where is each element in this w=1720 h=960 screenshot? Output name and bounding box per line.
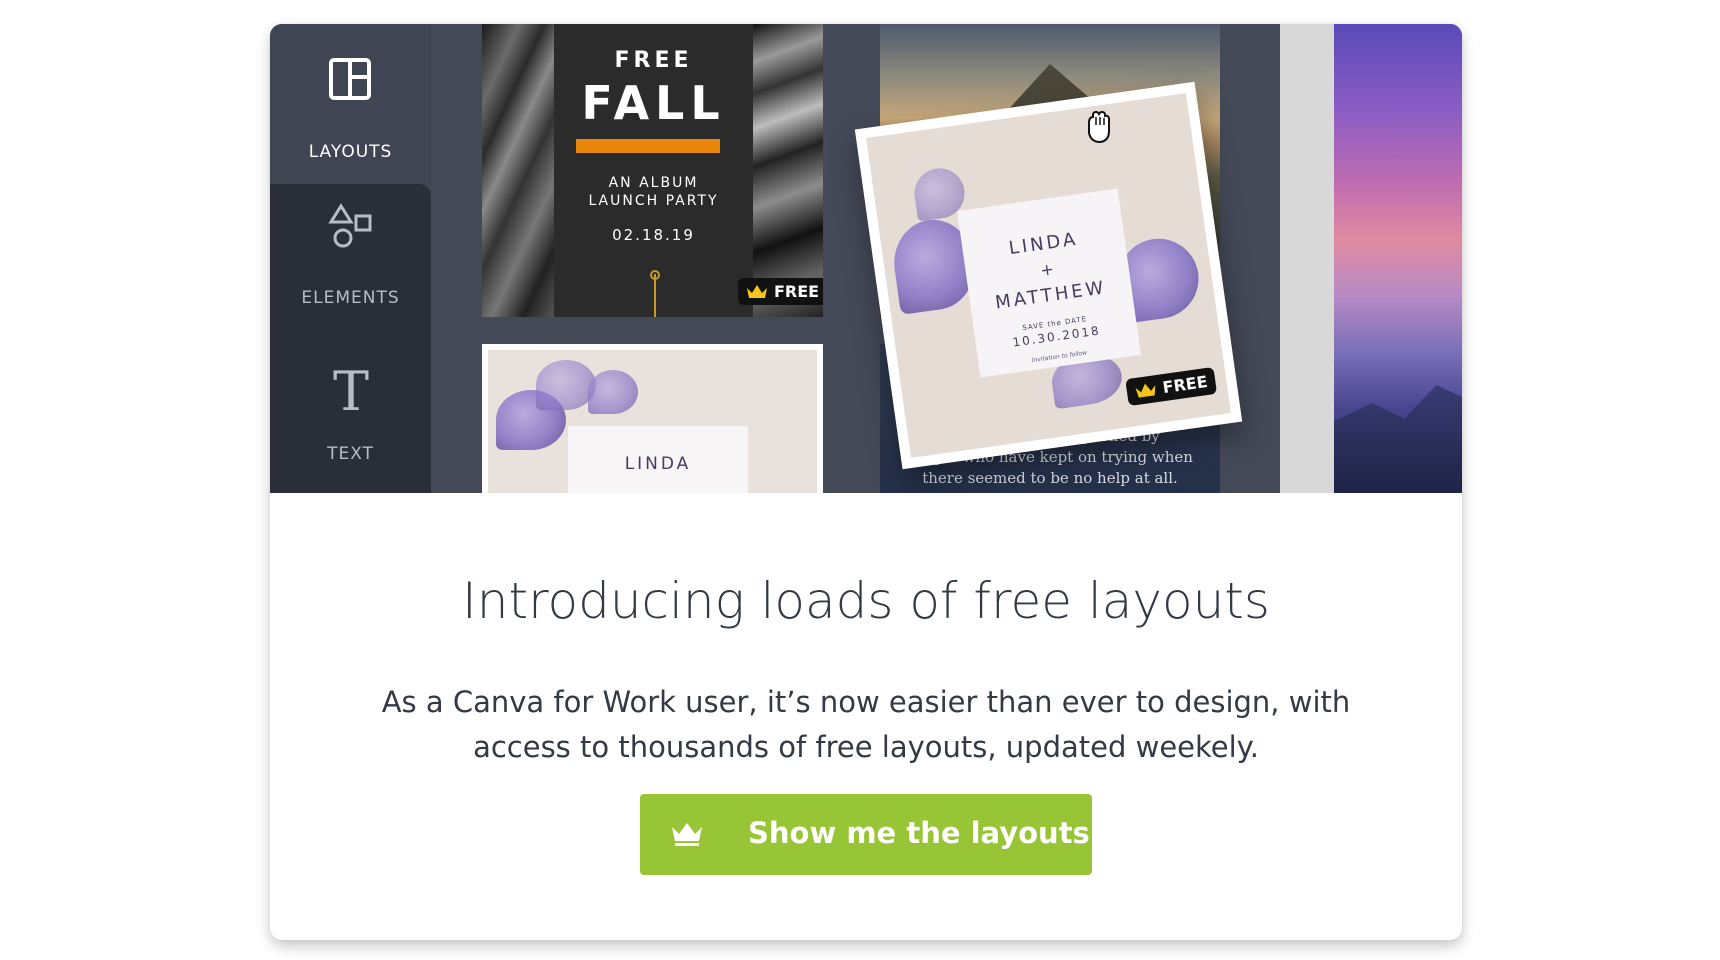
template-wedding-small[interactable]: LINDA	[482, 344, 823, 493]
dragged-wedding-template[interactable]: LINDA + MATTHEW SAVE the DATE 10.30.2018…	[854, 81, 1243, 470]
modal-headline: Introducing loads of free layouts	[462, 572, 1270, 630]
free-badge: FREE	[738, 278, 823, 305]
fall-subtitle: AN ALBUM LAUNCH PARTY	[554, 174, 753, 210]
crown-icon	[747, 284, 767, 298]
description-line: access to thousands of free layouts, upd…	[473, 730, 1259, 764]
fall-ornament-line	[654, 274, 656, 317]
modal-description: As a Canva for Work user, it’s now easie…	[350, 680, 1382, 770]
wedding-card: LINDA + MATTHEW SAVE the DATE 10.30.2018…	[957, 188, 1141, 378]
text-icon: T	[333, 362, 369, 418]
show-layouts-button[interactable]: Show me the layouts	[640, 794, 1092, 875]
sidebar-item-elements[interactable]: ELEMENTS	[270, 184, 431, 324]
sidebar-item-text[interactable]: T TEXT	[270, 344, 431, 484]
hero-illustration: LAYOUTS ELEMENTS T TEXT FREE FALL AN ALB…	[270, 24, 1462, 493]
wedding-card: LINDA	[568, 426, 748, 493]
crown-icon	[1135, 383, 1156, 398]
panel-divider	[1280, 24, 1334, 493]
grab-cursor-icon	[1088, 110, 1110, 144]
template-free-fall[interactable]: FREE FALL AN ALBUM LAUNCH PARTY 02.18.19…	[482, 24, 823, 317]
sidebar-item-label: LAYOUTS	[308, 142, 393, 162]
fall-subtitle-line: AN ALBUM	[608, 175, 699, 191]
fall-subtitle-line: LAUNCH PARTY	[588, 193, 719, 209]
rock-texture	[753, 24, 823, 317]
rock-texture	[482, 24, 554, 317]
fall-top-text: FREE	[614, 48, 693, 73]
sidebar-item-layouts[interactable]: LAYOUTS	[270, 38, 431, 178]
sidebar-secondary-panel: ELEMENTS T TEXT	[270, 184, 431, 493]
free-badge-label: FREE	[774, 282, 820, 301]
wedding-name: LINDA	[624, 454, 692, 474]
free-layouts-modal: LAYOUTS ELEMENTS T TEXT FREE FALL AN ALB…	[270, 24, 1462, 940]
elements-icon	[328, 203, 372, 248]
fall-accent-bar	[576, 139, 720, 153]
layouts-icon	[329, 58, 371, 100]
flower-illustration	[536, 360, 596, 410]
sunset-hills	[1334, 385, 1462, 493]
template-sunset-photo[interactable]	[1334, 24, 1462, 493]
show-layouts-button-label: Show me the layouts	[748, 816, 1090, 850]
sidebar-item-label: ELEMENTS	[301, 288, 400, 308]
quote-line: there seemed to be no help at all.	[922, 469, 1178, 487]
sidebar-item-label: TEXT	[327, 444, 374, 464]
editor-sidebar: LAYOUTS ELEMENTS T TEXT	[270, 24, 431, 493]
flower-illustration	[588, 370, 638, 414]
crown-icon	[672, 823, 702, 846]
fall-date: 02.18.19	[612, 226, 695, 244]
description-line: As a Canva for Work user, it’s now easie…	[381, 685, 1351, 719]
wedding-background: LINDA + MATTHEW SAVE the DATE 10.30.2018…	[866, 93, 1231, 458]
free-badge-label: FREE	[1161, 372, 1209, 398]
fall-title: FALL	[581, 76, 726, 130]
wedding-background: LINDA	[488, 350, 817, 493]
svg-text:T: T	[333, 362, 369, 418]
